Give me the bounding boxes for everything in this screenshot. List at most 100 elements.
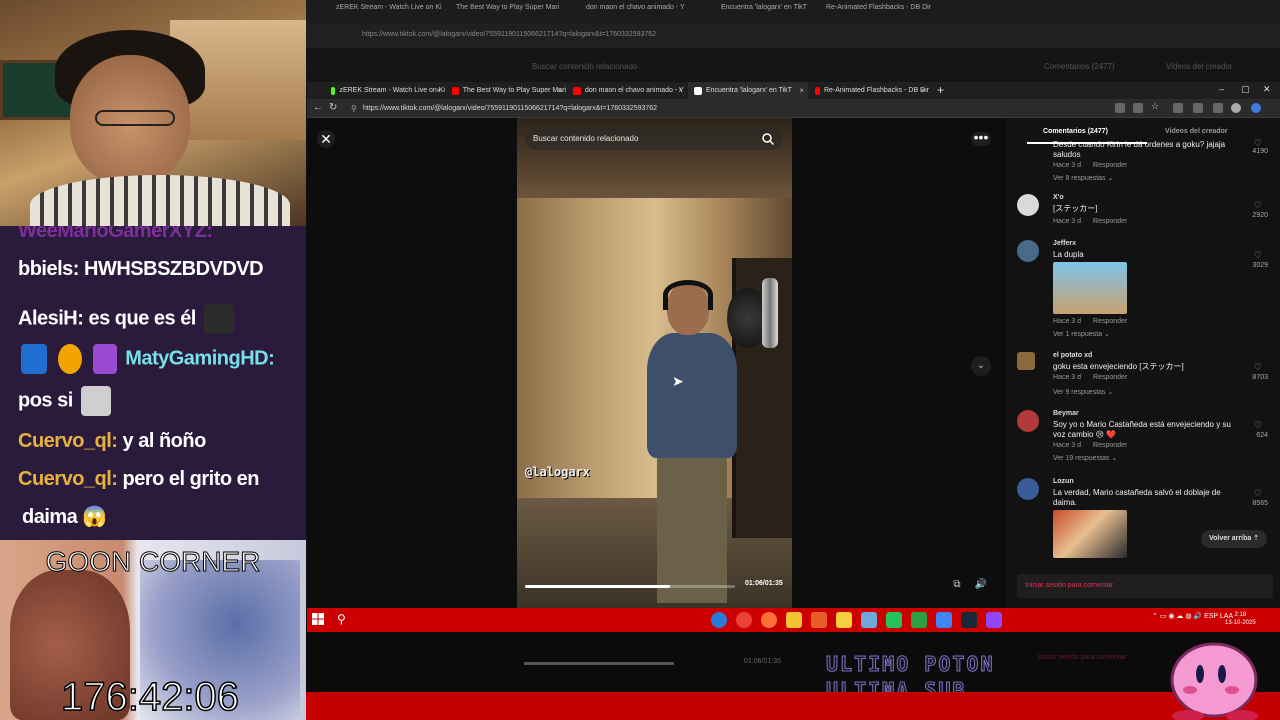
comment-image-thumbnail[interactable] <box>1053 262 1127 314</box>
search-icon[interactable] <box>761 132 775 146</box>
webcam-streamer-shirt <box>30 175 290 226</box>
tab-close-icon[interactable]: × <box>920 86 925 95</box>
play-app-icon[interactable] <box>911 612 927 628</box>
tab-close-icon[interactable]: × <box>678 86 683 95</box>
tab-comments[interactable]: Comentarios (2477) <box>1043 128 1108 135</box>
minimize-icon[interactable]: – <box>1219 84 1224 94</box>
webcam-feed <box>0 0 306 226</box>
like-heart-icon[interactable]: ♡ <box>1254 250 1262 261</box>
browser-tab[interactable]: The Best Way to Play Super Mari × <box>446 82 566 99</box>
like-heart-icon[interactable]: ♡ <box>1254 488 1262 499</box>
background-comments-title: Comentarios (2477) <box>1044 62 1115 71</box>
like-count: 3029 <box>1252 262 1268 269</box>
back-icon[interactable]: ← <box>313 102 323 113</box>
close-video-button[interactable]: ✕ <box>317 130 335 148</box>
chat-username: AlesiH: <box>18 307 84 330</box>
browser-tab[interactable]: zEREK Stream - Watch Live on Ki × <box>325 82 445 99</box>
view-replies-button[interactable]: Ver 19 respuestas ⌄ <box>1053 454 1117 462</box>
commenter-avatar[interactable] <box>1017 240 1039 262</box>
edge-copilot-icon[interactable] <box>1251 103 1261 113</box>
chrome-browser-icon[interactable] <box>736 612 752 628</box>
browser-tab-active[interactable]: Encuentra 'lalogarx' en TikT × <box>688 82 808 99</box>
commenter-name[interactable]: Jefferx <box>1053 240 1076 247</box>
commenter-avatar[interactable] <box>1017 410 1039 432</box>
reply-button[interactable]: Responder <box>1093 442 1127 449</box>
taskbar-app-icon[interactable] <box>811 612 827 628</box>
commenter-name[interactable]: X'o <box>1053 194 1064 201</box>
extension-icon[interactable] <box>1193 103 1203 113</box>
windows-start-icon[interactable] <box>312 613 324 625</box>
back-to-top-label: Volver arriba <box>1208 535 1252 542</box>
tiktok-page: ✕ Buscar contenido relacionado @lalogarx… <box>307 118 1280 608</box>
commenter-avatar[interactable] <box>1017 352 1035 370</box>
video-progress-bar[interactable] <box>525 585 735 588</box>
browser-tab[interactable]: Re-Animated Flashbacks - DB Dir × <box>809 82 929 99</box>
extension-icon[interactable] <box>1133 103 1143 113</box>
taskbar-app-icon[interactable] <box>986 612 1002 628</box>
volume-icon[interactable]: 🔊 <box>974 579 988 593</box>
commenter-name[interactable]: Lozun <box>1053 478 1074 485</box>
steam-icon[interactable] <box>961 612 977 628</box>
chat-message: daima 😱 <box>22 506 107 528</box>
video-player[interactable]: Buscar contenido relacionado @lalogarx 0… <box>517 118 792 608</box>
maximize-icon[interactable]: ▢ <box>1241 84 1250 95</box>
picture-in-picture-icon[interactable]: ⧉ <box>950 579 964 593</box>
commenter-avatar[interactable] <box>1017 194 1039 216</box>
view-replies-button[interactable]: Ver 8 respuestas ⌄ <box>1053 174 1113 182</box>
profile-avatar-icon[interactable] <box>1231 103 1241 113</box>
background-progress-track <box>524 662 674 665</box>
firefox-browser-icon[interactable] <box>761 612 777 628</box>
taskbar-app-icon[interactable] <box>836 612 852 628</box>
commenter-name[interactable]: el potato xd <box>1053 352 1092 359</box>
extension-icon[interactable] <box>1213 103 1223 113</box>
taskbar-search-icon[interactable]: ⚲ <box>337 612 346 626</box>
next-video-chevron-down-icon[interactable]: ⌄ <box>971 356 991 376</box>
file-explorer-icon[interactable] <box>786 612 802 628</box>
goon-corner-title: GOON CORNER <box>45 546 261 578</box>
like-heart-icon[interactable]: ♡ <box>1254 362 1262 373</box>
favorite-star-icon[interactable]: ☆ <box>1151 101 1161 111</box>
extension-icon[interactable] <box>1173 103 1183 113</box>
related-search-input[interactable]: Buscar contenido relacionado <box>525 128 783 150</box>
url-field[interactable]: ⚲ https://www.tiktok.com/@lalogarx/video… <box>345 102 1115 115</box>
system-tray[interactable]: ⌃ ▭ ◉ ☁ ◍ 🔊 ESP LAA <box>1152 612 1233 620</box>
commenter-avatar[interactable] <box>1017 478 1039 500</box>
browser-tab[interactable]: don maon el chavo animado - Y × <box>567 82 687 99</box>
view-replies-button[interactable]: Ver 1 respuesta ⌄ <box>1053 330 1110 338</box>
like-heart-icon[interactable]: ♡ <box>1254 200 1262 211</box>
extension-icon[interactable] <box>1115 103 1125 113</box>
reply-button[interactable]: Responder <box>1093 374 1127 381</box>
taskbar-app-icon[interactable] <box>861 612 877 628</box>
tab-close-icon[interactable]: × <box>799 86 804 95</box>
commenter-name[interactable]: Beymar <box>1053 410 1079 417</box>
site-info-icon[interactable]: ⚲ <box>351 102 357 115</box>
reply-button[interactable]: Responder <box>1093 218 1127 225</box>
chat-line: bbiels: HWHSBSZBDVDVD <box>18 258 264 281</box>
tab-close-icon[interactable]: × <box>436 86 441 95</box>
stream-uptime-timer: 176:42:06 <box>60 674 239 720</box>
youtube-favicon-icon <box>573 86 581 95</box>
taskbar-app-icon[interactable] <box>886 612 902 628</box>
comment-time: Hace 3 d <box>1053 442 1082 449</box>
back-to-top-button[interactable]: Volver arriba ⇡ <box>1201 530 1267 548</box>
tab-creator-videos[interactable]: Videos del creador <box>1165 128 1228 135</box>
tab-close-icon[interactable]: × <box>557 86 562 95</box>
reply-button[interactable]: Responder <box>1093 162 1127 169</box>
like-count: 624 <box>1256 432 1268 439</box>
comment-image-thumbnail[interactable] <box>1053 510 1127 558</box>
like-heart-icon[interactable]: ♡ <box>1254 420 1262 431</box>
more-options-button[interactable]: ••• <box>971 130 991 146</box>
new-tab-icon[interactable]: + <box>937 83 944 97</box>
background-bottom-area: 01:06/01:35 Iniciar sesión para comentar… <box>306 628 1280 703</box>
taskbar-app-icon[interactable] <box>936 612 952 628</box>
window-close-icon[interactable]: ✕ <box>1263 84 1271 95</box>
reply-button[interactable]: Responder <box>1093 318 1127 325</box>
login-to-comment-bar[interactable]: Iniciar sesión para comentar <box>1017 574 1273 598</box>
reload-icon[interactable]: ↻ <box>329 102 337 113</box>
webcam-streamer-glasses <box>95 110 175 126</box>
like-count: 8703 <box>1252 374 1268 381</box>
edge-browser-icon[interactable] <box>711 612 727 628</box>
comment-time: Hace 3 d <box>1053 374 1082 381</box>
taskbar-clock[interactable]: 2:18 13-10-2025 <box>1225 611 1256 627</box>
view-replies-button[interactable]: Ver 9 respuestas ⌄ <box>1053 388 1113 396</box>
